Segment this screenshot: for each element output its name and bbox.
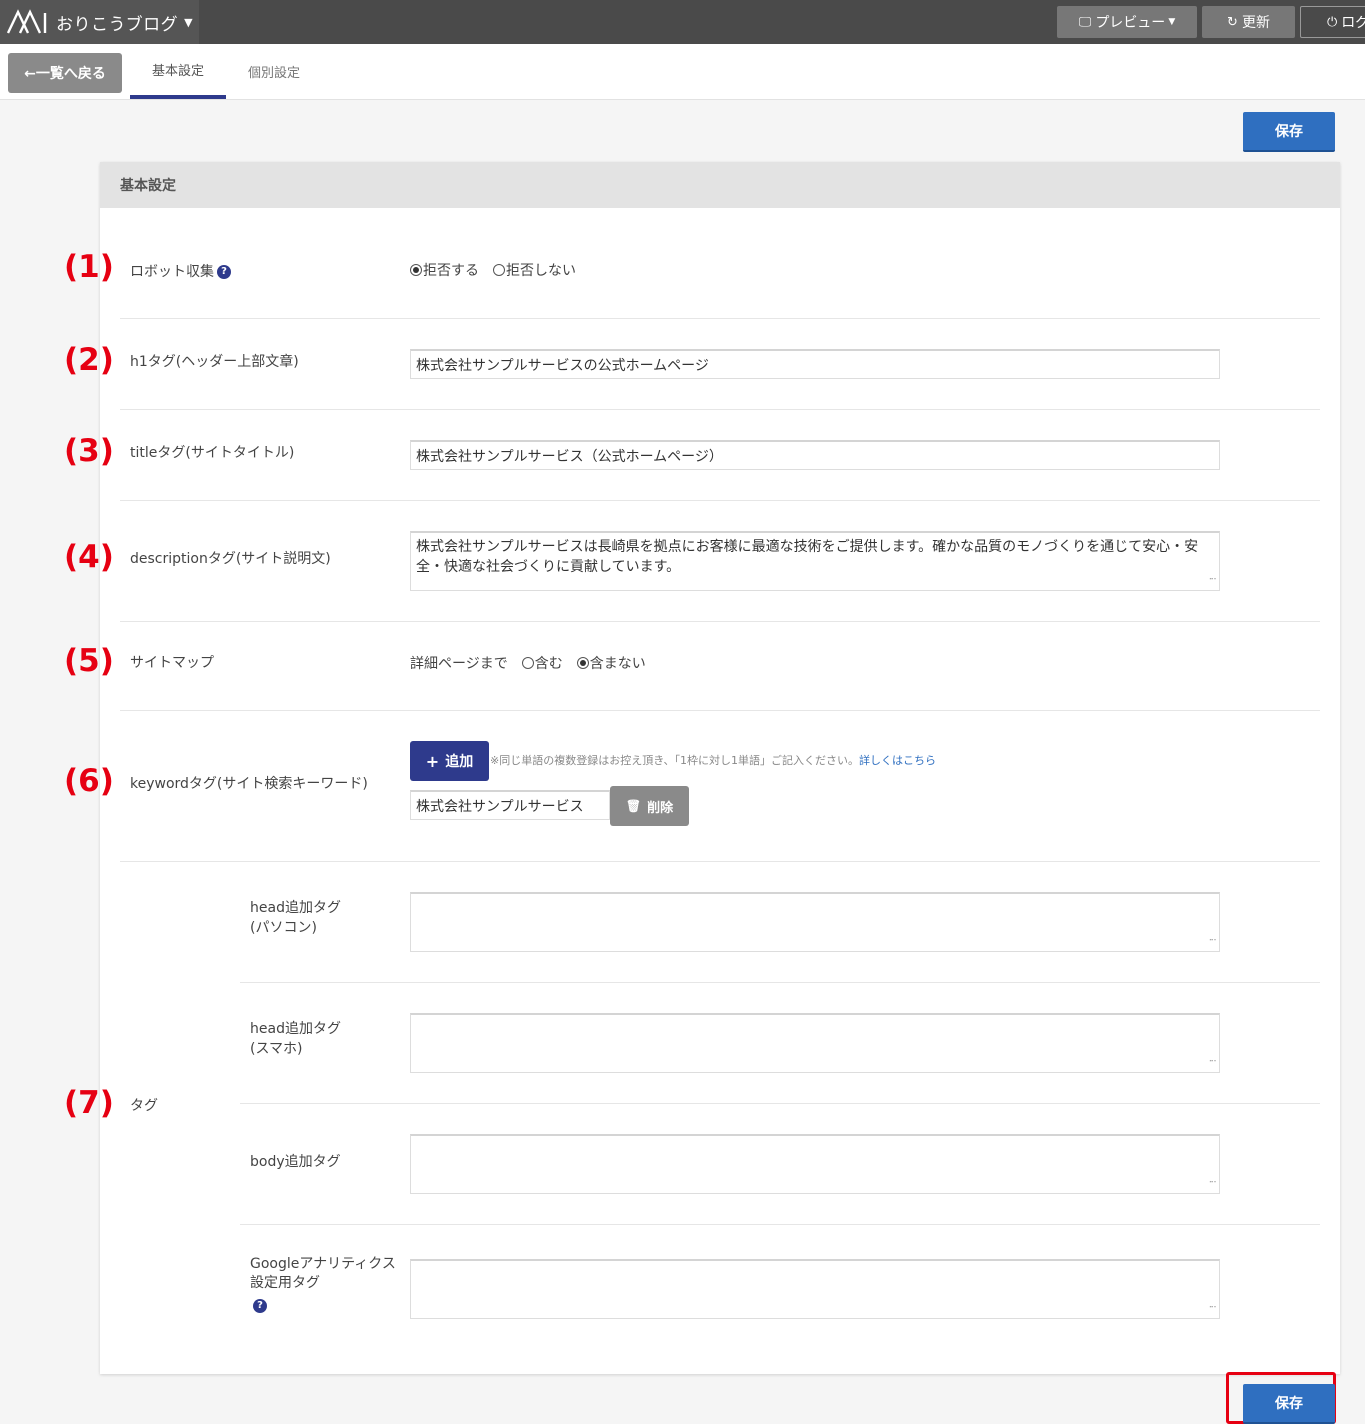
marker-7: (7) [64, 1085, 114, 1121]
keyword-input[interactable]: 株式会社サンプルサービス [410, 790, 610, 820]
preview-button[interactable]: 🖵 プレビュー ▼ [1057, 6, 1197, 38]
h1-label: h1タグ(ヘッダー上部文章) [130, 354, 299, 370]
refresh-button[interactable]: ↻ 更新 [1202, 6, 1295, 38]
divider [120, 500, 1320, 501]
refresh-icon: ↻ [1227, 14, 1238, 30]
resize-handle-icon[interactable]: ⠠⠤ [1206, 929, 1217, 949]
delete-keyword-label: 削除 [647, 800, 674, 816]
tags-label: タグ [130, 1098, 158, 1114]
resize-handle-icon[interactable]: ⠠⠤ [1206, 1171, 1217, 1191]
radio-unselected-icon[interactable] [521, 657, 534, 669]
sitemap-option-exclude-label: 含まない [589, 656, 646, 672]
brand-logo-icon [6, 9, 47, 34]
resize-handle-icon[interactable]: ⠠⠤ [1206, 1050, 1217, 1070]
body-tag-label: body追加タグ [250, 1154, 341, 1170]
sitemap-option-include-label: 含む [534, 656, 563, 672]
title-label: titleタグ(サイトタイトル) [130, 445, 295, 461]
description-textarea[interactable]: 株式会社サンプルサービスは長崎県を拠点にお客様に最適な技術をご提供します。確かな… [410, 531, 1220, 591]
logout-label: ログ [1341, 15, 1365, 31]
radio-selected-icon[interactable] [410, 264, 422, 276]
divider [240, 1103, 1320, 1104]
top-bar: おりこうブログ ▼ 🖵 プレビュー ▼ ↻ 更新 ⏻ ログ [0, 0, 1365, 44]
plus-icon: + [425, 751, 440, 771]
sub-navigation: ←一覧へ戻る 基本設定 個別設定 [0, 44, 1365, 100]
robots-option-allow[interactable]: 拒否しない [493, 260, 576, 280]
logout-button[interactable]: ⏻ ログ [1300, 6, 1365, 38]
robots-option-allow-label: 拒否しない [506, 263, 576, 279]
power-icon: ⏻ [1327, 14, 1338, 30]
marker-3: (3) [64, 433, 114, 469]
ga-tag-label-line2: 設定用タグ [250, 1275, 320, 1291]
resize-handle-icon[interactable]: ⠠⠤ [1206, 1296, 1217, 1316]
divider [240, 982, 1320, 983]
chevron-down-icon: ▼ [1168, 17, 1176, 27]
tab-basic-settings[interactable]: 基本設定 [130, 44, 226, 99]
marker-1: (1) [64, 249, 114, 285]
ga-tag-label: Googleアナリティクス 設定用タグ ? [250, 1255, 396, 1316]
help-icon[interactable]: ? [217, 265, 231, 279]
delete-keyword-button[interactable]: 🗑 削除 [610, 786, 689, 826]
sitemap-prefix: 詳細ページまで [410, 656, 508, 672]
robots-option-deny-label: 拒否する [423, 263, 479, 279]
marker-4: (4) [64, 539, 114, 575]
trash-icon: 🗑 [625, 799, 642, 813]
head-pc-label: head追加タグ (パソコン) [250, 898, 341, 938]
sitemap-radio-group: 詳細ページまで 含む 含まない [410, 653, 660, 673]
robots-label-text: ロボット収集 [130, 264, 214, 280]
head-sp-label: head追加タグ (スマホ) [250, 1019, 341, 1059]
head-sp-textarea[interactable]: ⠠⠤ [410, 1013, 1220, 1073]
ga-tag-textarea[interactable]: ⠠⠤ [410, 1259, 1220, 1319]
divider [120, 318, 1320, 319]
keyword-note-text: ※同じ単語の複数登録はお控え頂き、「1枠に対し1単語」ご記入ください。 [490, 754, 859, 767]
robots-radio-group: 拒否する 拒否しない [410, 260, 590, 280]
help-icon[interactable]: ? [253, 1299, 267, 1313]
radio-selected-icon[interactable] [576, 657, 589, 669]
sitemap-label: サイトマップ [130, 655, 214, 671]
chevron-down-icon: ▼ [184, 15, 193, 29]
ga-tag-label-line1: Googleアナリティクス [250, 1256, 396, 1272]
marker-2: (2) [64, 342, 114, 378]
robots-label: ロボット収集? [130, 261, 231, 281]
description-value: 株式会社サンプルサービスは長崎県を拠点にお客様に最適な技術をご提供します。確かな… [416, 539, 1199, 575]
brand-name: おりこうブログ [56, 14, 179, 35]
description-label: descriptionタグ(サイト説明文) [130, 551, 331, 567]
divider [120, 861, 1320, 862]
keyword-note: ※同じ単語の複数登録はお控え頂き、「1枠に対し1単語」ご記入ください。詳しくはこ… [490, 752, 936, 768]
back-to-list-button[interactable]: ←一覧へ戻る [8, 53, 122, 93]
body-tag-textarea[interactable]: ⠠⠤ [410, 1134, 1220, 1194]
head-pc-label-line2: (パソコン) [250, 920, 317, 936]
add-keyword-button[interactable]: + 追加 [410, 741, 489, 781]
title-input[interactable]: 株式会社サンプルサービス（公式ホームページ） [410, 440, 1220, 470]
sitemap-option-exclude[interactable]: 含まない [576, 653, 646, 673]
h1-input[interactable]: 株式会社サンプルサービスの公式ホームページ [410, 349, 1220, 379]
panel-title: 基本設定 [100, 162, 1340, 208]
head-pc-label-line1: head追加タグ [250, 900, 341, 916]
save-button-top[interactable]: 保存 [1243, 112, 1335, 152]
resize-handle-icon[interactable]: ⠠⠤ [1206, 568, 1217, 588]
head-sp-label-line1: head追加タグ [250, 1021, 341, 1037]
tab-individual-settings[interactable]: 個別設定 [232, 44, 316, 99]
divider [120, 409, 1320, 410]
head-sp-label-line2: (スマホ) [250, 1041, 303, 1057]
brand-menu[interactable]: おりこうブログ ▼ [0, 0, 199, 44]
divider [120, 621, 1320, 622]
keyword-details-link[interactable]: 詳しくはこちら [859, 754, 936, 767]
robots-option-deny[interactable]: 拒否する [410, 260, 479, 280]
divider [240, 1224, 1320, 1225]
radio-unselected-icon[interactable] [493, 264, 505, 276]
keyword-label: keywordタグ(サイト検索キーワード) [130, 776, 368, 792]
monitor-icon: 🖵 [1078, 14, 1092, 30]
marker-5: (5) [64, 643, 114, 679]
divider [120, 710, 1320, 711]
add-keyword-label: 追加 [445, 754, 474, 770]
head-pc-textarea[interactable]: ⠠⠤ [410, 892, 1220, 952]
preview-label: プレビュー [1095, 15, 1166, 31]
save-button-bottom[interactable]: 保存 [1243, 1384, 1335, 1424]
refresh-label: 更新 [1241, 15, 1270, 31]
marker-6: (6) [64, 763, 114, 799]
sitemap-option-include[interactable]: 含む [521, 653, 563, 673]
